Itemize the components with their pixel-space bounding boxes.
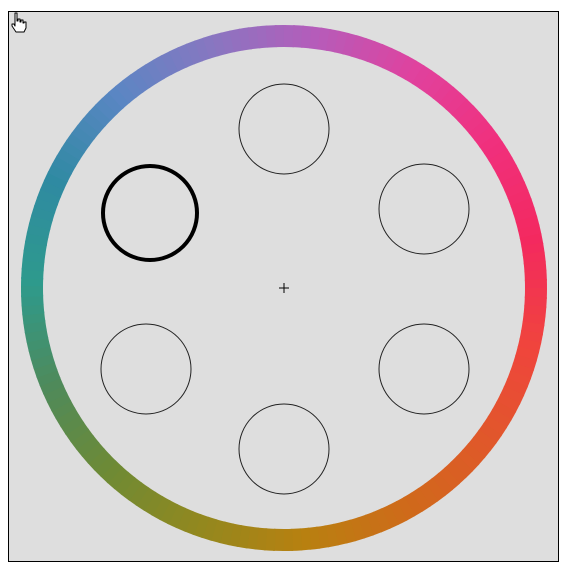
color-wheel-svg[interactable]	[9, 12, 558, 561]
crosshair-icon	[279, 283, 289, 293]
swatch-lower-left[interactable]	[100, 323, 192, 415]
swatch-upper-left-selected[interactable]	[101, 164, 199, 262]
color-wheel-canvas[interactable]	[8, 11, 559, 562]
swatch-top[interactable]	[238, 83, 330, 175]
swatch-bottom[interactable]	[238, 403, 330, 495]
swatch-lower-right[interactable]	[378, 323, 470, 415]
swatch-upper-right[interactable]	[378, 163, 470, 255]
